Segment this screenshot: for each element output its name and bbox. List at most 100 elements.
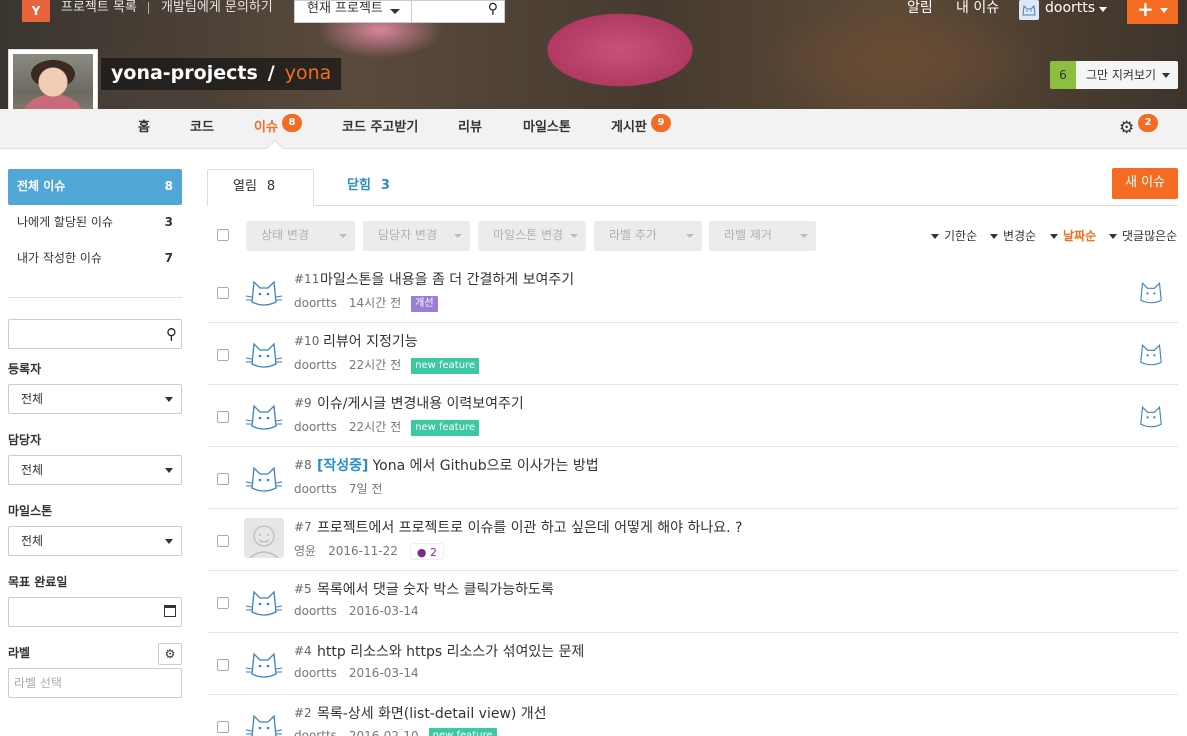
issue-author[interactable]: doortts xyxy=(294,729,337,736)
issue-checkbox[interactable] xyxy=(217,411,229,423)
filter-all-issues[interactable]: 전체 이슈 8 xyxy=(8,169,182,205)
issue-number: #8 xyxy=(294,458,312,472)
project-owner-link[interactable]: yona-projects xyxy=(111,62,258,84)
issue-title-link[interactable]: 마일스톤을 내용을 좀 더 간결하게 보여주기 xyxy=(320,269,574,289)
issue-label-badge[interactable]: new feature xyxy=(411,357,480,374)
bulk-add-label-button[interactable]: 라벨 추가 xyxy=(594,221,702,251)
nav-code[interactable]: 코드 xyxy=(190,109,214,148)
chevron-down-icon xyxy=(339,234,347,238)
author-avatar[interactable] xyxy=(244,394,284,434)
issue-title-link[interactable]: 리뷰어 지정기능 xyxy=(323,331,418,351)
issue-checkbox[interactable] xyxy=(217,473,229,485)
due-date-input[interactable] xyxy=(8,597,182,627)
filter-assigned-to-me[interactable]: 나에게 할당된 이슈 3 xyxy=(8,205,182,241)
issue-label-badge[interactable]: new feature xyxy=(411,419,480,436)
tab-open-label: 열림 xyxy=(233,179,257,194)
create-new-button[interactable]: + xyxy=(1127,0,1178,24)
issue-title-link[interactable]: 프로젝트에서 프로젝트로 이슈를 이관 하고 싶은데 어떻게 해야 하나요. ? xyxy=(317,517,742,537)
sort-updated[interactable]: 변경순 xyxy=(990,227,1036,244)
issue-title-link[interactable]: 이슈/게시글 변경내용 이력보여주기 xyxy=(317,393,524,413)
author-avatar[interactable] xyxy=(244,518,284,559)
bulk-milestone-button[interactable]: 마일스톤 변경 xyxy=(478,221,586,251)
issue-author[interactable]: doortts xyxy=(294,666,337,680)
author-avatar[interactable] xyxy=(244,270,284,310)
issue-label-badge[interactable]: 개선 xyxy=(411,295,438,312)
author-avatar[interactable] xyxy=(244,332,284,372)
tab-open-count: 8 xyxy=(266,179,276,194)
watch-count[interactable]: 6 xyxy=(1050,61,1076,89)
project-list-link[interactable]: 프로젝트 목록 xyxy=(61,0,137,16)
contact-dev-link[interactable]: 개발팀에게 문의하기 xyxy=(161,0,273,16)
issue-title-link[interactable]: 목록에서 댓글 숫자 박스 클릭가능하도록 xyxy=(317,579,554,599)
issue-checkbox[interactable] xyxy=(217,349,229,361)
assignee-select[interactable]: 전체 xyxy=(8,455,182,485)
comment-icon: ● xyxy=(416,546,430,559)
my-issues-link[interactable]: 내 이슈 xyxy=(956,0,999,16)
issue-author[interactable]: doortts xyxy=(294,358,337,372)
select-all-checkbox[interactable] xyxy=(217,229,229,241)
global-search-input[interactable]: ⚲ xyxy=(412,0,505,23)
issue-checkbox[interactable] xyxy=(217,287,229,299)
bulk-assignee-button[interactable]: 담당자 변경 xyxy=(363,221,470,251)
issue-meta: doortts 2016-03-14 xyxy=(294,666,419,680)
nav-review[interactable]: 리뷰 xyxy=(458,109,482,148)
search-icon[interactable]: ⚲ xyxy=(166,320,177,348)
issue-author[interactable]: doortts xyxy=(294,604,337,618)
bulk-assignee-label: 담당자 변경 xyxy=(378,228,438,242)
issue-time: 14시간 전 xyxy=(348,296,402,310)
author-select[interactable]: 전체 xyxy=(8,384,182,414)
author-avatar[interactable] xyxy=(244,704,284,736)
tab-open[interactable]: 열림 8 xyxy=(207,169,314,206)
issue-row: #9 이슈/게시글 변경내용 이력보여주기 doortts 22시간 전 new f… xyxy=(207,385,1178,447)
assignee-avatar[interactable] xyxy=(1134,397,1168,431)
nav-board[interactable]: 게시판 xyxy=(611,109,647,148)
issue-search-input[interactable]: ⚲ xyxy=(8,319,182,349)
assignee-avatar[interactable] xyxy=(1134,273,1168,307)
assignee-avatar[interactable] xyxy=(1134,335,1168,369)
issue-author[interactable]: 영윤 xyxy=(294,544,316,558)
comment-count-badge[interactable]: ● 2 xyxy=(409,543,444,560)
issue-title-link[interactable]: http 리소스와 https 리소스가 섞여있는 문제 xyxy=(317,641,584,661)
issue-title-link[interactable]: [작성중] Yona 에서 Github으로 이사가는 방법 xyxy=(317,455,599,475)
user-menu[interactable]: doortts xyxy=(1045,0,1095,16)
sort-date[interactable]: 날짜순 xyxy=(1050,227,1096,244)
filter-created-by-me[interactable]: 내가 작성한 이슈 7 xyxy=(8,241,182,277)
tab-closed-count: 3 xyxy=(380,178,390,193)
issue-author[interactable]: doortts xyxy=(294,482,337,496)
label-settings-gear-icon[interactable]: ⚙ xyxy=(158,643,182,665)
sort-due-date[interactable]: 기한순 xyxy=(931,227,977,244)
notifications-link[interactable]: 알림 xyxy=(907,0,933,16)
author-avatar[interactable] xyxy=(244,456,284,496)
author-avatar[interactable] xyxy=(244,580,284,620)
issue-checkbox[interactable] xyxy=(217,597,229,609)
issue-author[interactable]: doortts xyxy=(294,420,337,434)
bulk-state-button[interactable]: 상태 변경 xyxy=(246,221,355,251)
calendar-icon[interactable] xyxy=(164,605,176,617)
search-icon[interactable]: ⚲ xyxy=(488,1,498,17)
tab-closed[interactable]: 닫힘 3 xyxy=(322,169,415,206)
new-issue-button[interactable]: 새 이슈 xyxy=(1112,168,1178,199)
yona-logo[interactable]: Y xyxy=(22,0,50,22)
nav-pull-requests[interactable]: 코드 주고받기 xyxy=(342,109,418,148)
nav-home[interactable]: 홈 xyxy=(138,109,150,148)
issue-checkbox[interactable] xyxy=(217,535,229,547)
project-nav: 홈 코드 이슈 8 코드 주고받기 리뷰 마일스톤 게시판 9 2 xyxy=(0,109,1187,157)
gear-icon[interactable]: ⚙ xyxy=(1119,118,1134,138)
project-repo-link[interactable]: yona xyxy=(285,62,332,84)
search-scope-select[interactable]: 현재 프로젝트 xyxy=(294,0,412,23)
milestone-select[interactable]: 전체 xyxy=(8,526,182,556)
issue-author[interactable]: doortts xyxy=(294,296,337,310)
issue-title-link[interactable]: 목록-상세 화면(list-detail view) 개선 xyxy=(317,703,547,723)
user-avatar[interactable] xyxy=(1019,0,1039,20)
unwatch-button[interactable]: 그만 지켜보기 xyxy=(1076,61,1178,89)
issue-row: #2 목록-상세 화면(list-detail view) 개선 doortts… xyxy=(207,695,1178,736)
issue-label-badge[interactable]: new feature xyxy=(428,728,497,736)
label-select-input[interactable]: 라벨 선택 xyxy=(8,668,182,698)
bulk-remove-label-button[interactable]: 라벨 제거 xyxy=(709,221,816,251)
issue-title-text: Yona 에서 Github으로 이사가는 방법 xyxy=(372,458,599,474)
author-avatar[interactable] xyxy=(244,642,284,682)
issue-checkbox[interactable] xyxy=(217,721,229,733)
sort-comments[interactable]: 댓글많은순 xyxy=(1109,227,1177,244)
nav-milestones[interactable]: 마일스톤 xyxy=(523,109,571,148)
issue-checkbox[interactable] xyxy=(217,659,229,671)
